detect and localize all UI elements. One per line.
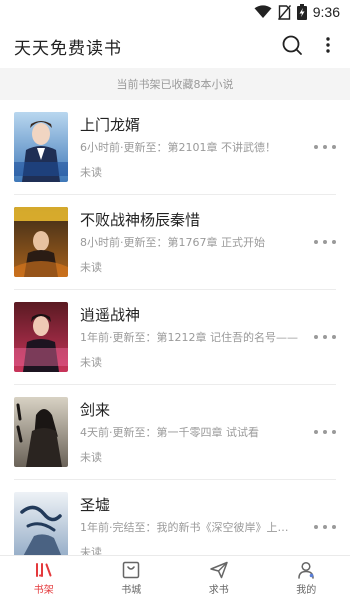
bottom-navigation: 书架 书城 求书 我的 [0, 555, 350, 600]
book-update-info: 1年前·完结至：我的新书《深空彼岸》上… [80, 521, 289, 534]
book-more-button[interactable] [314, 517, 336, 537]
book-more-button[interactable] [314, 137, 336, 157]
nav-profile[interactable]: 我的 [263, 556, 350, 600]
book-more-button[interactable] [314, 327, 336, 347]
no-sim-icon [277, 4, 291, 20]
more-dot-icon [323, 525, 327, 529]
more-dot-icon [323, 145, 327, 149]
book-update-info: 8小时前·更新至：第1767章 正式开始 [80, 236, 265, 249]
shelf-count-text: 当前书架已收藏8本小说 [116, 78, 234, 91]
nav-label: 求书 [208, 585, 229, 596]
book-update-info: 4天前·更新至：第一千零四章 试试看 [80, 426, 259, 439]
book-more-button[interactable] [314, 232, 336, 252]
nav-bookstore[interactable]: 书城 [88, 556, 176, 600]
app-bar: 天天免费读书 [0, 24, 350, 66]
more-dot-icon [314, 145, 318, 149]
book-update-info: 1年前·更新至：第1212章 记住吾的名号—— [80, 331, 298, 344]
book-cover [14, 112, 68, 182]
send-request-icon [210, 561, 228, 579]
status-time: 9:36 [312, 4, 340, 20]
book-update-info: 6小时前·更新至：第2101章 不讲武德！ [80, 141, 276, 154]
nav-bookshelf[interactable]: 书架 [0, 556, 88, 600]
book-cover [14, 397, 68, 467]
bookstore-icon [123, 561, 140, 579]
book-read-status: 未读 [80, 166, 102, 179]
book-title: 圣墟 [80, 496, 111, 514]
more-dot-icon [332, 335, 336, 339]
book-title: 剑来 [80, 401, 111, 419]
battery-charging-icon [296, 4, 307, 20]
nav-request-book[interactable]: 求书 [175, 556, 263, 600]
nav-label: 书架 [33, 585, 54, 596]
more-dot-icon [332, 430, 336, 434]
search-button[interactable] [280, 33, 304, 57]
app-title: 天天免费读书 [14, 39, 122, 59]
shelf-count-banner: 当前书架已收藏8本小说 [0, 68, 350, 100]
book-item-xiaoyao-zhanshen[interactable]: 逍遥战神 1年前·更新至：第1212章 记住吾的名号—— 未读 [0, 290, 350, 385]
more-options-button[interactable] [320, 33, 336, 57]
nav-label: 书城 [121, 585, 142, 596]
book-item-shangmen-longxu[interactable]: 上门龙婿 6小时前·更新至：第2101章 不讲武德！ 未读 [0, 100, 350, 195]
more-dot-icon [323, 430, 327, 434]
book-item-jianlai[interactable]: 剑来 4天前·更新至：第一千零四章 试试看 未读 [0, 385, 350, 480]
more-dot-icon [314, 430, 318, 434]
more-dot-icon [332, 525, 336, 529]
status-bar: 9:36 [0, 0, 350, 24]
book-read-status: 未读 [80, 451, 102, 464]
book-cover [14, 207, 68, 277]
book-title: 不败战神杨辰秦惜 [80, 211, 201, 229]
book-read-status: 未读 [80, 261, 102, 274]
book-read-status: 未读 [80, 356, 102, 369]
book-more-button[interactable] [314, 422, 336, 442]
more-dot-icon [332, 240, 336, 244]
book-read-status: 未读 [80, 546, 102, 555]
book-cover [14, 492, 68, 555]
more-dot-icon [314, 335, 318, 339]
nav-label: 我的 [296, 585, 317, 596]
book-title: 逍遥战神 [80, 306, 141, 324]
search-icon [282, 35, 302, 55]
more-dot-icon [332, 145, 336, 149]
bookshelf-icon [35, 563, 52, 577]
book-item-bubai-zhanshen[interactable]: 不败战神杨辰秦惜 8小时前·更新至：第1767章 正式开始 未读 [0, 195, 350, 290]
book-cover [14, 302, 68, 372]
book-item-shengxu[interactable]: 圣墟 1年前·完结至：我的新书《深空彼岸》上… 未读 [0, 480, 350, 555]
more-dot-icon [314, 525, 318, 529]
more-dot-icon [323, 335, 327, 339]
book-list: 上门龙婿 6小时前·更新至：第2101章 不讲武德！ 未读 不败战神杨辰秦惜 8… [0, 100, 350, 555]
more-dot-icon [314, 240, 318, 244]
more-dot-icon [323, 240, 327, 244]
book-title: 上门龙婿 [80, 116, 141, 134]
more-vert-icon [326, 37, 330, 53]
wifi-icon [254, 5, 272, 18]
profile-icon [298, 561, 314, 579]
